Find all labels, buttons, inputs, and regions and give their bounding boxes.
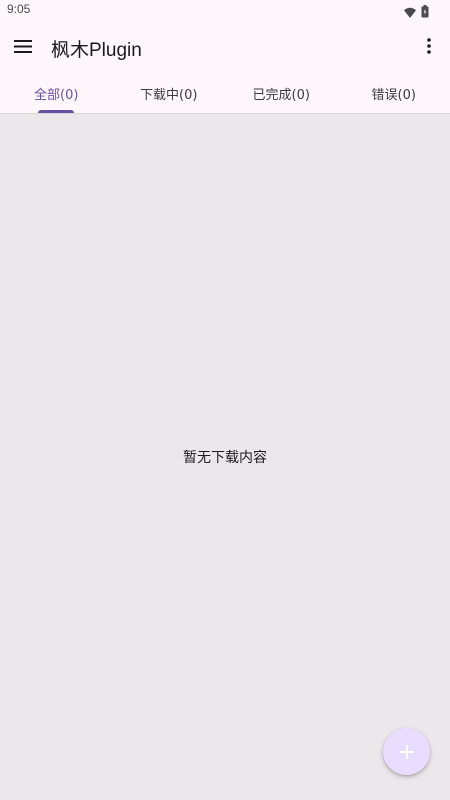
tab-error[interactable]: 错误(0) <box>338 74 450 113</box>
status-time: 9:05 <box>7 2 31 16</box>
top-app-bar: 枫木Plugin <box>0 20 450 74</box>
menu-button[interactable] <box>11 34 35 58</box>
more-options-button[interactable] <box>417 34 441 58</box>
download-list-area: 暂无下载内容 <box>0 114 450 800</box>
empty-state-message: 暂无下载内容 <box>183 450 267 466</box>
tab-active-indicator <box>38 110 75 113</box>
more-vert-icon <box>427 38 431 54</box>
hamburger-menu-icon <box>14 39 32 53</box>
status-bar: 9:05 <box>0 0 450 20</box>
tab-downloading[interactable]: 下载中(0) <box>113 74 226 113</box>
tab-label: 错误(0) <box>371 88 416 103</box>
tab-completed[interactable]: 已完成(0) <box>225 74 338 113</box>
tab-label: 已完成(0) <box>252 88 310 103</box>
plus-icon <box>399 744 414 759</box>
tab-all[interactable]: 全部(0) <box>0 74 113 113</box>
page-title: 枫木Plugin <box>51 40 142 61</box>
tab-bar: 全部(0) 下载中(0) 已完成(0) 错误(0) <box>0 74 450 114</box>
add-download-fab[interactable] <box>383 728 430 775</box>
tab-label: 下载中(0) <box>140 88 198 103</box>
tab-label: 全部(0) <box>34 88 79 103</box>
